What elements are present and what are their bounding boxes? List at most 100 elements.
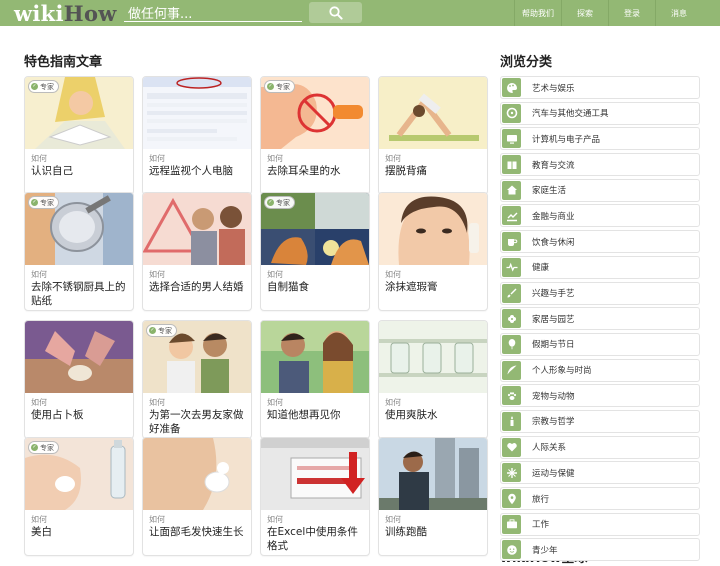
article-title[interactable]: 远程监视个人电脑 bbox=[149, 164, 247, 178]
check-icon: ✓ bbox=[149, 327, 156, 334]
feather-icon bbox=[502, 360, 521, 380]
wikihow-logo[interactable]: wikiHow bbox=[14, 1, 117, 26]
article-title[interactable]: 训练跑酷 bbox=[385, 525, 483, 539]
article-card[interactable]: ✓ 专家 如何 去除不锈钢厨具上的贴纸 bbox=[24, 192, 134, 311]
monitor-icon bbox=[502, 129, 521, 149]
cup-icon bbox=[502, 232, 521, 252]
category-label: 汽车与其他交通工具 bbox=[532, 109, 609, 120]
category-item[interactable]: 计算机与电子产品 bbox=[500, 127, 700, 151]
nav-help-us[interactable]: 帮助我们 bbox=[514, 0, 561, 26]
article-thumbnail bbox=[261, 438, 369, 510]
article-title[interactable]: 使用占卜板 bbox=[31, 408, 129, 422]
check-icon: ✓ bbox=[31, 444, 38, 451]
logo-wiki-text: wiki bbox=[14, 1, 64, 26]
article-title[interactable]: 选择合适的男人结婚 bbox=[149, 280, 247, 294]
category-item[interactable]: 运动与保健 bbox=[500, 461, 700, 485]
article-card[interactable]: 如何 训练跑酷 bbox=[378, 437, 488, 556]
article-title[interactable]: 去除耳朵里的水 bbox=[267, 164, 365, 178]
category-item[interactable]: 宠物与动物 bbox=[500, 384, 700, 408]
article-title[interactable]: 摆脱背痛 bbox=[385, 164, 483, 178]
expert-badge: ✓ 专家 bbox=[28, 80, 59, 93]
article-card[interactable]: ✓ 专家 如何 美白 bbox=[24, 437, 134, 556]
article-prefix: 如何 bbox=[385, 515, 401, 524]
category-item[interactable]: 艺术与娱乐 bbox=[500, 76, 700, 99]
category-label: 假期与节日 bbox=[532, 340, 575, 351]
article-prefix: 如何 bbox=[385, 154, 401, 163]
category-item[interactable]: 个人形象与时尚 bbox=[500, 358, 700, 382]
article-title[interactable]: 在Excel中使用条件格式 bbox=[267, 525, 365, 553]
article-title[interactable]: 美白 bbox=[31, 525, 129, 539]
article-card[interactable]: ✓ 专家 如何 认识自己 bbox=[24, 76, 134, 195]
brush-icon bbox=[502, 283, 521, 303]
article-card[interactable]: 如何 涂抹遮瑕膏 bbox=[378, 192, 488, 311]
top-nav: 帮助我们 探索 登录 消息 bbox=[514, 0, 702, 26]
wheel-icon bbox=[502, 103, 521, 123]
check-icon: ✓ bbox=[31, 199, 38, 206]
category-item[interactable]: 家居与园艺 bbox=[500, 307, 700, 331]
category-label: 教育与交流 bbox=[532, 160, 575, 171]
article-thumbnail bbox=[379, 193, 487, 265]
categories-heading: 浏览分类 bbox=[500, 55, 553, 70]
article-card[interactable]: 如何 使用占卜板 bbox=[24, 320, 134, 439]
expert-badge: ✓ 专家 bbox=[28, 441, 59, 454]
category-item[interactable]: 宗教与哲学 bbox=[500, 409, 700, 433]
top-header: wikiHow 帮助我们 探索 登录 消息 bbox=[0, 0, 720, 26]
category-item[interactable]: 人际关系 bbox=[500, 435, 700, 459]
article-thumbnail bbox=[379, 321, 487, 393]
expert-badge: ✓ 专家 bbox=[28, 196, 59, 209]
nav-login[interactable]: 登录 bbox=[608, 0, 655, 26]
article-card[interactable]: 如何 让面部毛发快速生长 bbox=[142, 437, 252, 556]
article-card[interactable]: ✓ 专家如何 自制猫食 bbox=[260, 192, 370, 311]
article-title[interactable]: 涂抹遮瑕膏 bbox=[385, 280, 483, 294]
article-card[interactable]: 如何 远程监视个人电脑 bbox=[142, 76, 252, 195]
category-label: 宗教与哲学 bbox=[532, 417, 575, 428]
article-prefix: 如何 bbox=[149, 515, 165, 524]
pin-icon bbox=[502, 489, 521, 508]
search-input[interactable] bbox=[124, 5, 302, 24]
expert-badge: ✓ 专家 bbox=[264, 196, 295, 209]
category-item[interactable]: 家庭生活 bbox=[500, 178, 700, 202]
category-item[interactable]: 旅行 bbox=[500, 487, 700, 510]
category-item[interactable]: 汽车与其他交通工具 bbox=[500, 101, 700, 125]
category-item[interactable]: 饮食与休闲 bbox=[500, 230, 700, 254]
category-item[interactable]: 兴趣与手艺 bbox=[500, 281, 700, 305]
article-title[interactable]: 自制猫食 bbox=[267, 280, 365, 294]
nav-messages[interactable]: 消息 bbox=[655, 0, 702, 26]
article-card[interactable]: 如何 在Excel中使用条件格式 bbox=[260, 437, 370, 556]
article-card[interactable]: 如何 选择合适的男人结婚 bbox=[142, 192, 252, 311]
article-title[interactable]: 为第一次去男友家做好准备 bbox=[149, 408, 247, 436]
article-card[interactable]: 如何 摆脱背痛 bbox=[378, 76, 488, 195]
category-item[interactable]: 健康 bbox=[500, 255, 700, 279]
article-prefix: 如何 bbox=[149, 398, 165, 407]
article-title[interactable]: 让面部毛发快速生长 bbox=[149, 525, 247, 539]
article-thumbnail bbox=[143, 438, 251, 510]
article-title[interactable]: 去除不锈钢厨具上的贴纸 bbox=[31, 280, 129, 308]
expert-badge-label: 专家 bbox=[40, 198, 54, 207]
article-card[interactable]: 如何 使用爽肤水 bbox=[378, 320, 488, 439]
category-label: 旅行 bbox=[532, 494, 550, 505]
search-button[interactable] bbox=[309, 2, 362, 23]
category-item[interactable]: 假期与节日 bbox=[500, 332, 700, 356]
article-title[interactable]: 认识自己 bbox=[31, 164, 129, 178]
heart-icon bbox=[502, 437, 521, 457]
category-item[interactable]: 青少年 bbox=[500, 538, 700, 562]
article-thumbnail bbox=[379, 438, 487, 510]
category-label: 青少年 bbox=[532, 545, 558, 556]
nav-explore[interactable]: 探索 bbox=[561, 0, 608, 26]
category-item[interactable]: 教育与交流 bbox=[500, 153, 700, 177]
article-card[interactable]: 如何 知道他想再见你 bbox=[260, 320, 370, 439]
category-item[interactable]: 工作 bbox=[500, 512, 700, 536]
article-prefix: 如何 bbox=[267, 270, 283, 279]
category-label: 家居与园艺 bbox=[532, 314, 575, 325]
search-box bbox=[124, 3, 302, 24]
article-prefix: 如何 bbox=[31, 398, 47, 407]
article-card[interactable]: ✓ 专家 如何 去除耳朵里的水 bbox=[260, 76, 370, 195]
article-title[interactable]: 使用爽肤水 bbox=[385, 408, 483, 422]
category-item[interactable]: 金融与商业 bbox=[500, 204, 700, 228]
chart-icon bbox=[502, 206, 521, 226]
article-card[interactable]: ✓ 专家 如何 为第一次去男友家做好准备 bbox=[142, 320, 252, 439]
expert-badge-label: 专家 bbox=[276, 198, 290, 207]
article-prefix: 如何 bbox=[149, 270, 165, 279]
article-thumbnail bbox=[379, 77, 487, 149]
article-title[interactable]: 知道他想再见你 bbox=[267, 408, 365, 422]
